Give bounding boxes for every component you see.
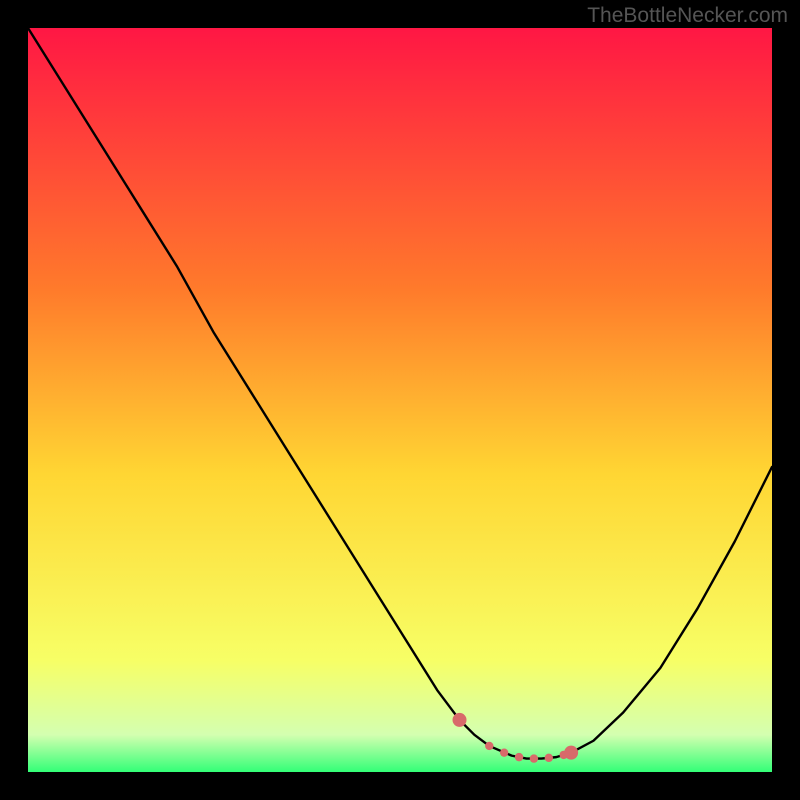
chart-plot-area — [28, 28, 772, 772]
flat-segment-dots-point — [500, 748, 508, 756]
flat-segment-dots-point — [559, 751, 567, 759]
flat-segment-dots-point — [545, 754, 553, 762]
flat-segment-dots-point — [515, 753, 523, 761]
optimal-range-markers-point — [453, 713, 467, 727]
flat-segment-dots-point — [530, 754, 538, 762]
flat-segment-dots-point — [485, 742, 493, 750]
chart-svg — [28, 28, 772, 772]
watermark-text: TheBottleNecker.com — [587, 4, 788, 28]
